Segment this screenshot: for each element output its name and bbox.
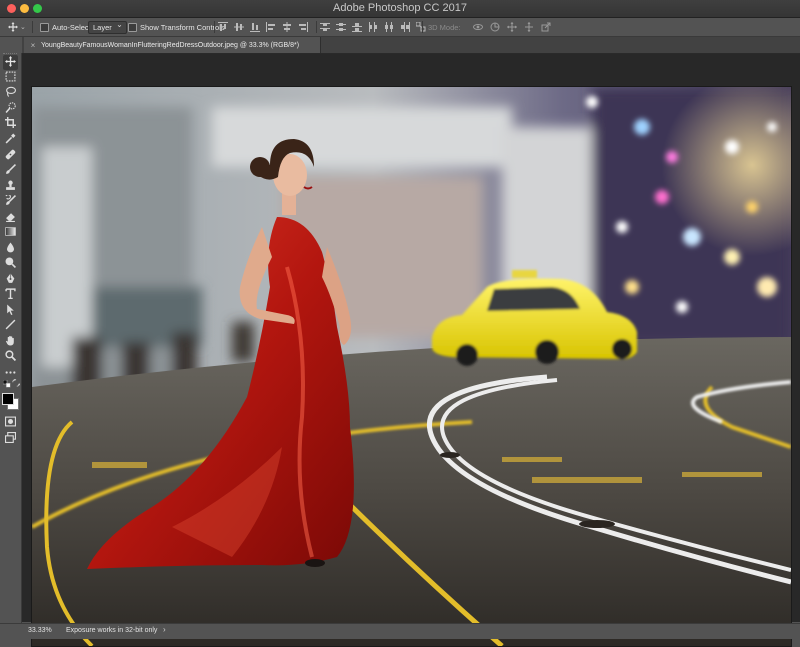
auto-select-checkbox[interactable]: Auto-Select: xyxy=(40,18,93,36)
zoom-icon xyxy=(5,348,17,366)
options-separator xyxy=(212,18,217,36)
zoom-level-field[interactable]: 33.33% xyxy=(28,626,56,636)
brush-tool[interactable] xyxy=(3,163,18,178)
canvas-area[interactable] xyxy=(22,54,800,647)
document-image[interactable] xyxy=(31,86,792,647)
checkbox-box xyxy=(128,22,137,32)
distribute-left-icon[interactable] xyxy=(368,22,378,32)
3d-mode-buttons xyxy=(473,18,551,36)
checkbox-box xyxy=(40,22,49,32)
align-bottom-icon[interactable] xyxy=(250,22,260,32)
type-tool[interactable] xyxy=(3,287,18,302)
default-colors-button[interactable] xyxy=(2,379,11,388)
quick-mask-button[interactable] xyxy=(3,415,18,430)
foreground-color-swatch[interactable] xyxy=(2,393,14,405)
photo-street-woman-red-dress xyxy=(32,87,791,646)
distribute-right-icon[interactable] xyxy=(400,22,410,32)
align-top-icon[interactable] xyxy=(218,22,228,32)
toolbox xyxy=(0,53,22,623)
dodge-tool[interactable] xyxy=(3,256,18,271)
options-separator xyxy=(420,18,425,36)
auto-select-label: Auto-Select: xyxy=(52,22,93,32)
crop-tool[interactable] xyxy=(3,116,18,131)
3d-scale-icon[interactable] xyxy=(541,22,551,32)
eyedropper-tool[interactable] xyxy=(3,132,18,147)
show-transform-checkbox[interactable]: Show Transform Controls xyxy=(128,18,225,36)
options-separator xyxy=(314,18,319,36)
app-title: Adobe Photoshop CC 2017 xyxy=(333,2,467,14)
3d-slide-icon[interactable] xyxy=(524,22,534,32)
move-icon xyxy=(8,22,18,32)
close-tab-icon[interactable]: × xyxy=(28,41,38,50)
chevron-down-icon: ⌄ xyxy=(20,24,26,31)
move-tool-preset[interactable]: ⌄ xyxy=(8,18,26,36)
align-horizontal-center-icon[interactable] xyxy=(282,22,292,32)
auto-select-wrap: Layer xyxy=(88,18,127,36)
lasso-tool[interactable] xyxy=(3,85,18,100)
align-buttons xyxy=(218,18,308,36)
3d-orbit-icon[interactable] xyxy=(473,22,483,32)
distribute-top-icon[interactable] xyxy=(320,22,330,32)
options-bar: ⌄ Auto-Select: Layer Show Transform Cont… xyxy=(0,18,800,37)
zoom-tool[interactable] xyxy=(3,349,18,364)
align-right-icon[interactable] xyxy=(298,22,308,32)
swap-arrow-icon xyxy=(11,374,20,392)
screen-mode-button[interactable] xyxy=(3,431,18,446)
distribute-bottom-icon[interactable] xyxy=(352,22,362,32)
3d-roll-icon[interactable] xyxy=(490,22,500,32)
gradient-tool[interactable] xyxy=(3,225,18,240)
swap-colors-button[interactable] xyxy=(11,378,20,387)
line-tool[interactable] xyxy=(3,318,18,333)
status-info-text: Exposure works in 32-bit only xyxy=(66,627,158,634)
3d-mode-label: 3D Mode: xyxy=(428,22,461,32)
distribute-horizontal-center-icon[interactable] xyxy=(384,22,394,32)
status-bar: 33.33% Exposure works in 32-bit only › xyxy=(0,623,800,639)
distribute-vertical-center-icon[interactable] xyxy=(336,22,346,32)
auto-select-dropdown[interactable]: Layer xyxy=(88,19,127,34)
chevron-right-icon[interactable]: › xyxy=(163,625,166,634)
document-tab-title: YoungBeautyFamousWomanInFlutteringRedDre… xyxy=(41,41,300,49)
title-bar: Adobe Photoshop CC 2017 xyxy=(0,0,800,18)
document-tab-bar: × YoungBeautyFamousWomanInFlutteringRedD… xyxy=(22,37,800,54)
distribute-buttons xyxy=(320,18,426,36)
align-vertical-center-icon[interactable] xyxy=(234,22,244,32)
screen-mode-icon xyxy=(5,430,16,448)
document-tab[interactable]: × YoungBeautyFamousWomanInFlutteringRedD… xyxy=(24,37,321,53)
options-separator xyxy=(30,18,35,36)
default-colors-icon xyxy=(2,375,11,393)
history-brush-tool[interactable] xyxy=(3,193,18,209)
align-left-icon[interactable] xyxy=(266,22,276,32)
3d-pan-icon[interactable] xyxy=(507,22,517,32)
